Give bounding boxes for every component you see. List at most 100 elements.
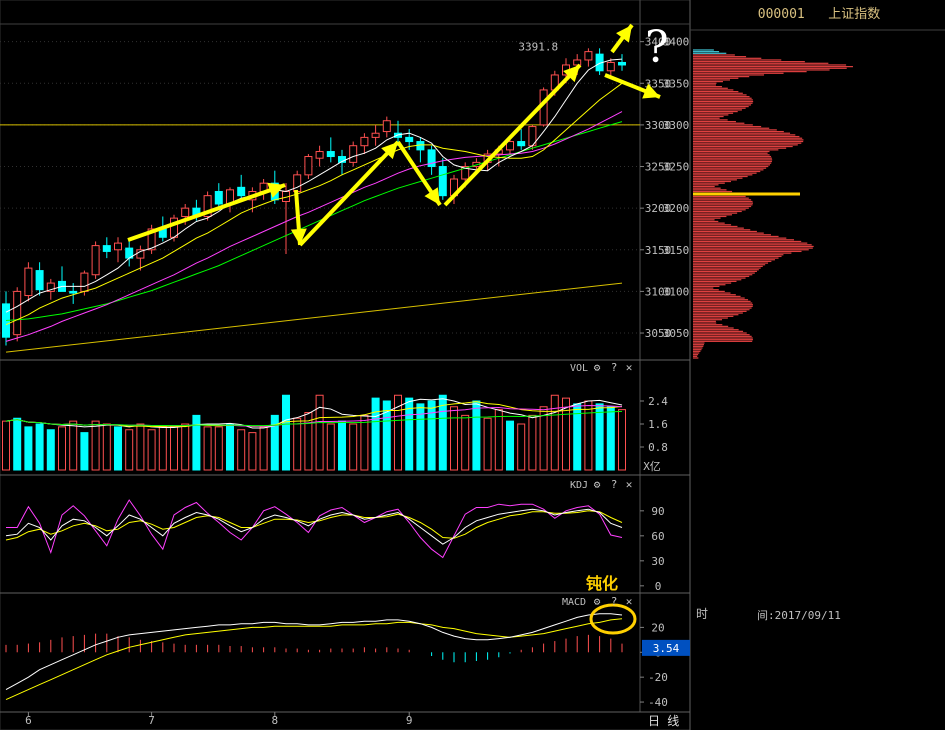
- profile-bar: [693, 164, 770, 166]
- profile-bar: [693, 142, 802, 144]
- volume-bar: [91, 420, 100, 471]
- time-label-a: 时: [696, 607, 709, 621]
- security-header: 000001 上证指数: [693, 0, 945, 30]
- volume-bar: [595, 403, 604, 471]
- profile-bar: [693, 189, 727, 191]
- volume-bar: [203, 426, 212, 471]
- profile-bar: [693, 66, 853, 68]
- profile-bar: [693, 165, 769, 168]
- profile-bar: [693, 104, 752, 106]
- profile-bar: [693, 254, 784, 256]
- volume-bar: [270, 414, 279, 471]
- max-price-label: 3391.8: [518, 40, 558, 53]
- profile-bar: [693, 242, 808, 244]
- profile-bar: [693, 265, 763, 268]
- profile-bar: [693, 139, 804, 141]
- profile-bar: [693, 224, 732, 226]
- kdj-tick-label: 30: [651, 555, 664, 568]
- profile-bar: [693, 150, 770, 153]
- profile-bar: [693, 250, 802, 253]
- volume-bar: [24, 426, 33, 471]
- profile-bar: [693, 100, 754, 103]
- profile-bar: [693, 54, 735, 56]
- macd-tick-label: 20: [651, 621, 664, 634]
- profile-bar: [693, 97, 752, 99]
- profile-bar: [693, 140, 804, 143]
- volume-bar: [80, 432, 89, 471]
- candle-body: [382, 120, 391, 133]
- profile-bar: [693, 170, 761, 173]
- volume-bar: [438, 394, 447, 471]
- volume-bar: [517, 423, 526, 471]
- profile-bar: [693, 197, 749, 199]
- macd-indicator-label: MACD: [562, 597, 586, 608]
- candle-body: [24, 267, 33, 297]
- profile-bar: [693, 294, 736, 296]
- profile-bar: [693, 230, 757, 233]
- profile-bar: [693, 149, 779, 151]
- profile-bar: [693, 302, 753, 304]
- profile-bar: [693, 145, 793, 148]
- candle-body: [315, 151, 324, 159]
- profile-bar: [693, 195, 746, 198]
- profile-bar: [693, 167, 767, 169]
- profile-bar: [693, 134, 796, 136]
- profile-bar: [693, 160, 772, 163]
- macd-tick-label: -40: [648, 696, 668, 709]
- volume-bar: [427, 400, 436, 471]
- profile-bar: [693, 95, 750, 98]
- period-tab[interactable]: 日 线: [648, 712, 679, 729]
- profile-bar: [693, 332, 747, 334]
- candle-body: [304, 156, 313, 176]
- help-icon: ?: [611, 361, 618, 374]
- candle-body: [618, 61, 626, 66]
- candle-body: [13, 290, 22, 336]
- profile-bar: [693, 115, 724, 118]
- profile-bar: [693, 299, 749, 301]
- profile-bar: [693, 255, 782, 258]
- volume-bar: [494, 409, 503, 471]
- profile-bar: [693, 81, 723, 83]
- profile-bar: [693, 94, 747, 96]
- profile-bar: [693, 349, 702, 351]
- profile-bar: [693, 307, 752, 309]
- profile-bar: [693, 120, 736, 123]
- volume-bar: [181, 423, 190, 471]
- profile-bar: [693, 297, 745, 299]
- profile-bar: [693, 185, 715, 188]
- candle-body: [91, 245, 100, 276]
- annotation-arrow: [127, 183, 286, 242]
- profile-tick-label: 3150: [663, 244, 690, 257]
- profile-bar: [693, 239, 795, 241]
- profile-bar: [693, 317, 728, 319]
- profile-bar: [693, 174, 753, 176]
- candle-body: [35, 270, 44, 291]
- profile-bar: [693, 155, 772, 158]
- volume-tick-label: 1.6: [648, 418, 668, 431]
- profile-bar: [693, 285, 720, 288]
- profile-bar: [693, 207, 749, 209]
- profile-bar: [693, 277, 746, 279]
- profile-bar: [693, 110, 738, 113]
- profile-bar: [693, 214, 733, 216]
- profile-bar: [693, 64, 847, 66]
- profile-bar: [693, 217, 721, 219]
- profile-bar: [693, 290, 725, 292]
- profile-bar: [693, 61, 805, 63]
- volume-bar: [136, 423, 145, 471]
- profile-bar: [693, 91, 739, 93]
- profile-bar: [693, 57, 762, 59]
- profile-bar: [693, 220, 719, 223]
- profile-bar: [693, 275, 750, 278]
- profile-tick-label: 3200: [663, 202, 690, 215]
- profile-bar: [693, 209, 746, 211]
- profile-bar: [693, 125, 762, 128]
- profile-bar: [693, 84, 716, 86]
- profile-bar: [693, 102, 753, 104]
- volume-bar: [147, 429, 156, 471]
- volume-bar: [382, 400, 391, 471]
- profile-bar: [693, 312, 743, 314]
- volume-bar: [338, 420, 346, 471]
- blunt-circle: [589, 603, 637, 635]
- profile-bar: [693, 135, 800, 138]
